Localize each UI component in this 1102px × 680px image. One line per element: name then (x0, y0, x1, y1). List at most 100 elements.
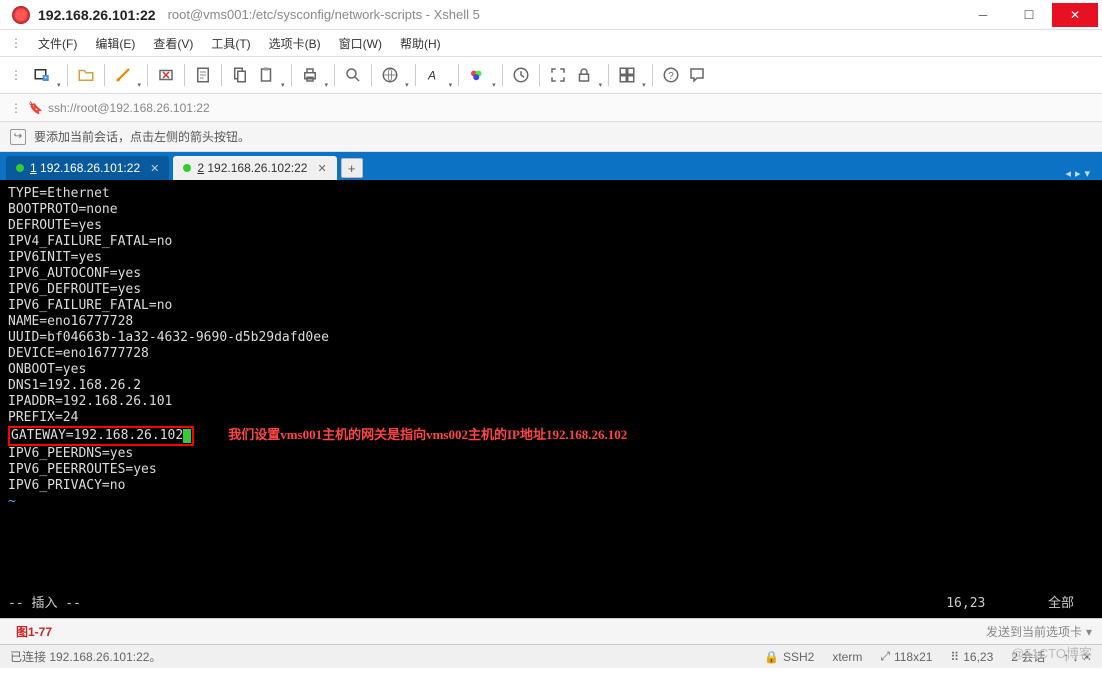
tab-label: 1 192.168.26.101:22 (30, 161, 140, 175)
status-connected: 已连接 192.168.26.101:22。 (10, 648, 161, 665)
separator (539, 64, 540, 86)
svg-text:+: + (44, 76, 48, 82)
paste-button[interactable] (254, 63, 278, 87)
encoding-button[interactable] (378, 63, 402, 87)
help-button[interactable]: ? (659, 63, 683, 87)
svg-text:?: ? (668, 71, 674, 82)
addressbar-grip-icon: ⋮ (10, 101, 22, 115)
status-size: ⤢ 118x21 (880, 649, 932, 664)
minimize-button[interactable]: ─ (960, 3, 1006, 27)
tab-menu-icon[interactable]: ▾ (1084, 167, 1090, 180)
menubar: ⋮ 文件(F) 编辑(E) 查看(V) 工具(T) 选项卡(B) 窗口(W) 帮… (0, 30, 1102, 56)
status-dot-icon (183, 164, 191, 172)
send-target[interactable]: 发送到当前选项卡 ▾ (986, 623, 1092, 640)
new-session-button[interactable]: + (30, 63, 54, 87)
tabstrip: 1 192.168.26.101:22 ✕ 2 192.168.26.102:2… (0, 152, 1102, 180)
separator (608, 64, 609, 86)
terminal-line: PREFIX=24 (8, 410, 1094, 426)
copy-button[interactable] (228, 63, 252, 87)
disconnect-button[interactable] (154, 63, 178, 87)
terminal-status: -- 插入 --16,23 全部 (8, 596, 1094, 612)
address-url[interactable]: ssh://root@192.168.26.101:22 (48, 101, 210, 115)
menu-tab[interactable]: 选项卡(B) (261, 33, 329, 54)
menu-help[interactable]: 帮助(H) (392, 33, 449, 54)
titlebar: 192.168.26.101:22 root@vms001:/etc/sysco… (0, 0, 1102, 30)
status-proto: 🔒 SSH2 (764, 650, 814, 664)
terminal-line: IPV4_FAILURE_FATAL=no (8, 234, 1094, 250)
dropdown-icon[interactable]: ▾ (57, 81, 61, 89)
tile-button[interactable] (615, 63, 639, 87)
close-button[interactable]: ✕ (1052, 3, 1098, 27)
separator (502, 64, 503, 86)
hint-arrow-icon[interactable]: ↪ (10, 129, 26, 145)
svg-text:A: A (427, 69, 436, 83)
menu-view[interactable]: 查看(V) (145, 33, 201, 54)
color-scheme-button[interactable] (465, 63, 489, 87)
open-button[interactable] (74, 63, 98, 87)
font-button[interactable]: A (422, 63, 446, 87)
dropdown-icon[interactable]: ▾ (281, 81, 285, 89)
lock-button[interactable] (572, 63, 596, 87)
history-button[interactable] (509, 63, 533, 87)
menu-edit[interactable]: 编辑(E) (87, 33, 143, 54)
menu-file[interactable]: 文件(F) (30, 33, 85, 54)
dropdown-icon[interactable]: ▾ (642, 81, 646, 89)
status-sessions: 2 会话 (1011, 648, 1045, 665)
terminal-line: BOOTPROTO=none (8, 202, 1094, 218)
separator (652, 64, 653, 86)
dropdown-icon[interactable]: ▾ (405, 81, 409, 89)
hint-text: 要添加当前会话，点击左侧的箭头按钮。 (34, 128, 250, 145)
terminal-line: IPV6_PRIVACY=no (8, 478, 1094, 494)
tab-label: 2 192.168.26.102:22 (197, 161, 307, 175)
tab-nav: ◂ ▸ ▾ (1065, 167, 1096, 180)
terminal-line: IPV6INIT=yes (8, 250, 1094, 266)
tab-inactive[interactable]: 2 192.168.26.102:22 ✕ (173, 156, 336, 180)
terminal-line: DEFROUTE=yes (8, 218, 1094, 234)
tab-active[interactable]: 1 192.168.26.101:22 ✕ (6, 156, 169, 180)
status-dot-icon (16, 164, 24, 172)
bookmark-icon[interactable]: 🔖 (28, 101, 42, 115)
hintbar: ↪ 要添加当前会话，点击左侧的箭头按钮。 (0, 122, 1102, 152)
terminal-line: DNS1=192.168.26.2 (8, 378, 1094, 394)
dropdown-icon[interactable]: ▾ (325, 81, 329, 89)
terminal-tilde: ~ (8, 494, 1094, 510)
dropdown-icon[interactable]: ▾ (449, 81, 453, 89)
menu-tools[interactable]: 工具(T) (203, 33, 258, 54)
separator (221, 64, 222, 86)
menu-grip-icon: ⋮ (10, 36, 22, 50)
title-path: root@vms001:/etc/sysconfig/network-scrip… (168, 7, 480, 22)
toolbar-grip-icon: ⋮ (10, 68, 22, 82)
dropdown-icon[interactable]: ▾ (138, 81, 142, 89)
terminal-line: IPV6_DEFROUTE=yes (8, 282, 1094, 298)
reconnect-button[interactable] (111, 63, 135, 87)
dropdown-icon[interactable]: ▾ (1086, 625, 1092, 639)
separator (291, 64, 292, 86)
separator (334, 64, 335, 86)
terminal-line: NAME=eno16777728 (8, 314, 1094, 330)
status-cursor: ⠿ 16,23 (950, 650, 993, 664)
terminal-line: UUID=bf04663b-1a32-4632-9690-d5b29dafd0e… (8, 330, 1094, 346)
tab-next-icon[interactable]: ▸ (1075, 167, 1081, 180)
find-button[interactable] (341, 63, 365, 87)
properties-button[interactable] (191, 63, 215, 87)
tab-prev-icon[interactable]: ◂ (1065, 167, 1071, 180)
dropdown-icon[interactable]: ▾ (599, 81, 603, 89)
tab-add-button[interactable]: + (341, 158, 363, 178)
terminal-line: IPV6_PEERDNS=yes (8, 446, 1094, 462)
fullscreen-button[interactable] (546, 63, 570, 87)
terminal-line: ONBOOT=yes (8, 362, 1094, 378)
status-nav[interactable]: ↑ ↓ ✕ (1063, 650, 1092, 664)
terminal[interactable]: TYPE=EthernetBOOTPROTO=noneDEFROUTE=yesI… (0, 180, 1102, 618)
addressbar: ⋮ 🔖 ssh://root@192.168.26.101:22 (0, 94, 1102, 122)
menu-window[interactable]: 窗口(W) (331, 33, 390, 54)
bottombar: 图1-77 发送到当前选项卡 ▾ (0, 618, 1102, 644)
dropdown-icon[interactable]: ▾ (492, 81, 496, 89)
status-term: xterm (832, 650, 862, 664)
terminal-line: IPV6_PEERROUTES=yes (8, 462, 1094, 478)
print-button[interactable] (298, 63, 322, 87)
forum-button[interactable] (685, 63, 709, 87)
maximize-button[interactable]: ☐ (1006, 3, 1052, 27)
separator (371, 64, 372, 86)
tab-close-icon[interactable]: ✕ (317, 162, 326, 175)
tab-close-icon[interactable]: ✕ (150, 162, 159, 175)
